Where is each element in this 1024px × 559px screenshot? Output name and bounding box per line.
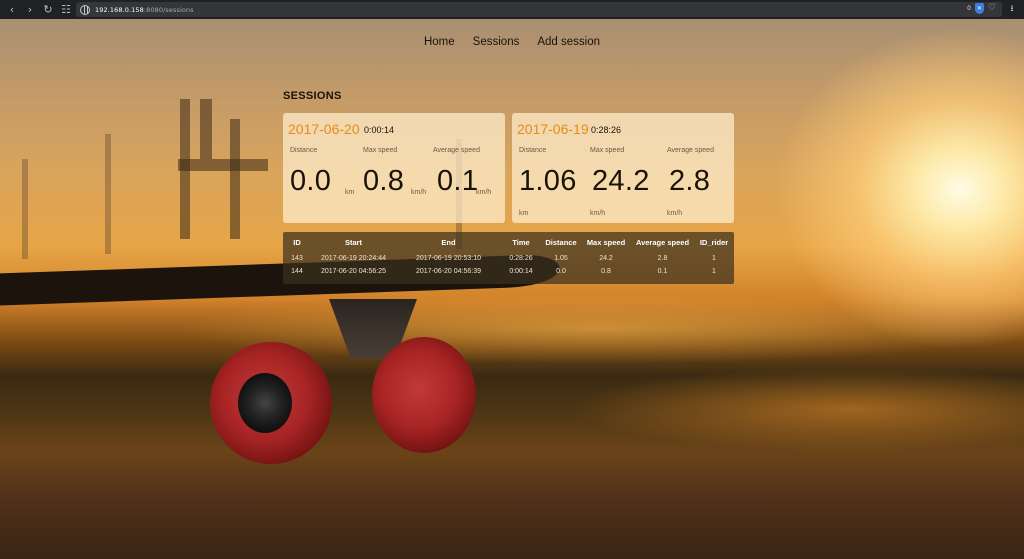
distance-unit: km <box>345 189 355 196</box>
session-card[interactable]: 2017-06-19 0:28:26 Distance Max speed Av… <box>512 113 734 223</box>
avg-speed-unit: km/h <box>476 189 492 196</box>
address-bar[interactable]: 192.168.0.158:8080/sessions <box>76 2 1002 17</box>
cell-avg-speed: 2.8 <box>657 255 668 262</box>
cell-end: 2017-06-20 04:56:39 <box>416 268 481 275</box>
distance-value: 1.06 <box>519 165 577 197</box>
avg-speed-unit: km/h <box>667 210 683 217</box>
session-duration: 0:28:26 <box>591 125 622 135</box>
cell-time: 0:00:14 <box>509 268 533 275</box>
browser-nav: ‹ › ↻ ☷ <box>0 4 71 16</box>
crane-silhouette <box>200 99 212 159</box>
crane-silhouette <box>230 119 240 239</box>
url-host: 192.168.0.158 <box>95 5 144 14</box>
globe-icon <box>80 4 90 15</box>
sessions-table: ID Start End Time Distance Max speed Ave… <box>283 232 734 284</box>
cell-time: 0:28:26 <box>509 255 533 262</box>
max-speed-label: Max speed <box>590 147 625 154</box>
max-speed-unit: km/h <box>411 189 427 196</box>
cell-id-rider: 1 <box>712 268 716 275</box>
session-date: 2017-06-20 <box>288 121 360 137</box>
col-avg-speed: Average speed <box>635 237 690 247</box>
col-start: Start <box>344 237 363 247</box>
cell-distance: 0.0 <box>556 268 566 275</box>
distance-value: 0.0 <box>290 165 332 197</box>
nav-home[interactable]: Home <box>424 36 455 48</box>
max-speed-value: 0.8 <box>363 165 405 197</box>
table-header-row: ID Start End Time Distance Max speed Ave… <box>283 232 734 252</box>
distance-label: Distance <box>290 147 318 154</box>
table-row[interactable]: 143 2017-06-19 20:24:44 2017-06-19 20:53… <box>283 252 734 265</box>
cell-start: 2017-06-19 20:24:44 <box>321 255 386 262</box>
wheel-hub <box>238 373 292 433</box>
reload-icon[interactable]: ↻ <box>43 4 53 16</box>
cell-start: 2017-06-20 04:56:25 <box>321 268 386 275</box>
col-id-rider: ID_rider <box>699 237 729 247</box>
session-duration: 0:00:14 <box>364 125 395 135</box>
col-max-speed: Max speed <box>586 237 626 247</box>
cell-max-speed: 24.2 <box>599 255 613 262</box>
skateboard-wheel <box>372 337 476 453</box>
grid-icon[interactable]: ☷ <box>61 4 71 16</box>
light-pole <box>22 159 28 259</box>
col-distance: Distance <box>545 237 577 247</box>
back-icon[interactable]: ‹ <box>7 4 17 16</box>
cell-distance: 1.05 <box>554 255 568 262</box>
col-time: Time <box>512 237 530 247</box>
shield-icon[interactable]: ✕ <box>974 3 984 14</box>
avg-speed-label: Average speed <box>667 147 714 154</box>
nav-add-session[interactable]: Add session <box>537 36 600 48</box>
background-photo <box>0 19 1024 559</box>
forward-icon[interactable]: › <box>25 4 35 16</box>
shield-count: 0 <box>967 5 971 12</box>
address-bar-actions: 0 ✕ ♡ <box>967 3 996 14</box>
max-speed-unit: km/h <box>590 210 606 217</box>
nav-sessions[interactable]: Sessions <box>473 36 520 48</box>
distance-label: Distance <box>519 147 547 154</box>
col-id: ID <box>293 237 301 247</box>
session-card[interactable]: 2017-06-20 0:00:14 Distance Max speed Av… <box>283 113 505 223</box>
ground-light <box>400 349 1024 489</box>
light-pole <box>105 134 111 254</box>
sessions-table-grid: ID Start End Time Distance Max speed Ave… <box>283 232 734 278</box>
crane-silhouette <box>178 159 268 171</box>
avg-speed-value: 2.8 <box>669 165 711 197</box>
max-speed-label: Max speed <box>363 147 398 154</box>
cell-avg-speed: 0.1 <box>657 268 668 275</box>
cell-max-speed: 0.8 <box>601 268 611 275</box>
avg-speed-label: Average speed <box>433 147 480 154</box>
url-text: 192.168.0.158:8080/sessions <box>95 6 194 14</box>
avg-speed-value: 0.1 <box>437 165 479 197</box>
distance-unit: km <box>519 210 529 217</box>
page-title: SESSIONS <box>283 90 342 102</box>
url-path: :8080/sessions <box>143 5 194 14</box>
table-row[interactable]: 144 2017-06-20 04:56:25 2017-06-20 04:56… <box>283 265 734 278</box>
cell-id: 143 <box>291 255 303 262</box>
cell-id-rider: 1 <box>712 255 716 262</box>
col-end: End <box>441 237 456 247</box>
cell-id: 144 <box>291 268 303 275</box>
browser-toolbar: ‹ › ↻ ☷ 192.168.0.158:8080/sessions 0 ✕ … <box>0 0 1024 19</box>
max-speed-value: 24.2 <box>592 165 650 197</box>
extension-icon[interactable]: ⭳ <box>1006 3 1018 15</box>
session-date: 2017-06-19 <box>517 121 589 137</box>
cell-end: 2017-06-19 20:53:10 <box>416 255 481 262</box>
main-nav: Home Sessions Add session <box>0 36 1024 48</box>
heart-icon[interactable]: ♡ <box>988 4 996 13</box>
